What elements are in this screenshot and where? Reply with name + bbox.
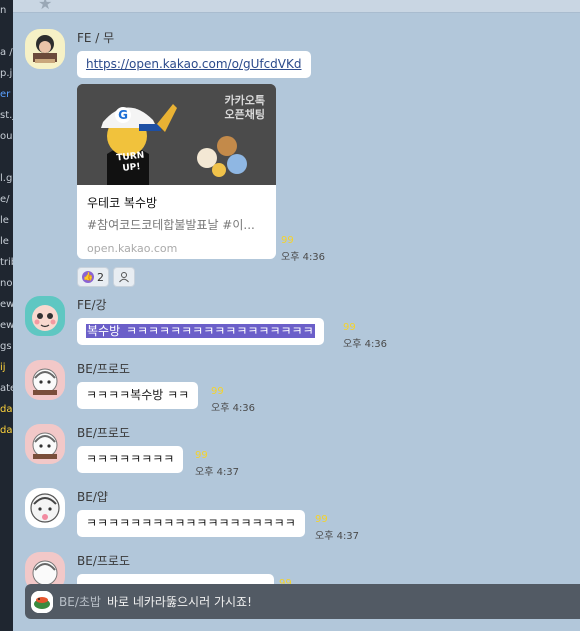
- left-panel-fragment: p.j: [0, 68, 13, 79]
- message-bubble[interactable]: ㅋㅋㅋㅋ복수방 ㅋㅋ: [77, 382, 199, 409]
- left-panel-fragment: ou: [0, 131, 13, 142]
- sender-name: FE / 무: [77, 31, 115, 45]
- shirt-text: TURN UP!: [115, 150, 145, 174]
- reaction-bar: 👍 2: [77, 267, 135, 287]
- left-panel-fragment: dar: [0, 425, 13, 436]
- preview-tag: 카카오톡 오픈채팅: [225, 94, 265, 122]
- left-panel-fragment: gs: [0, 341, 12, 352]
- message-bubble[interactable]: 복수방 ㅋㅋㅋㅋㅋㅋㅋㅋㅋㅋㅋㅋㅋㅋㅋㅋㅋ: [77, 318, 324, 345]
- message-time: 오후 4:36: [343, 339, 388, 350]
- left-panel-edge: n a / p.j er st.j ou l.g e/le le trib no ew ew gs ij…: [0, 0, 13, 631]
- avatar-be-yap[interactable]: [25, 488, 65, 528]
- person-icon: [119, 272, 129, 283]
- message-bubble[interactable]: ㅋㅋㅋㅋㅋㅋㅋㅋㅋㅋㅋㅋㅋㅋㅋㅋㅋㅋㅋ: [77, 510, 305, 537]
- left-panel-fragment: le: [0, 215, 9, 226]
- unread-count: 99: [195, 450, 208, 461]
- preview-tag-line1: 카카오톡: [224, 94, 265, 107]
- left-panel-fragment: ate: [0, 383, 13, 394]
- like-reaction-button[interactable]: 👍 2: [77, 267, 109, 287]
- left-panel-fragment: [0, 147, 13, 168]
- link-text[interactable]: https://open.kakao.com/o/gUfcdVKd: [86, 57, 302, 71]
- left-panel-fragment: no: [0, 278, 13, 289]
- notice-sender: BE/초밥: [59, 595, 101, 609]
- message-time: 오후 4:36: [211, 403, 256, 414]
- unread-count: 99: [343, 322, 356, 333]
- message-time: 오후 4:36: [281, 252, 326, 263]
- left-panel-fragment: ij: [0, 362, 6, 373]
- unread-count: 99: [211, 386, 224, 397]
- link-preview-card[interactable]: G TURN UP! 카카오톡 오픈채팅 우테코 복수방 #참여코드코테합불발표…: [77, 84, 276, 259]
- left-panel-fragment: e/: [0, 194, 10, 205]
- message-time: 오후 4:37: [195, 467, 240, 478]
- left-panel-fragment: a /: [0, 47, 13, 58]
- avatar-be-frodo[interactable]: [25, 360, 65, 400]
- cap-logo: G: [115, 107, 131, 123]
- left-panel-fragment: ew: [0, 320, 13, 331]
- preview-tag-line2: 오픈채팅: [224, 108, 265, 121]
- sender-name: BE/프로도: [77, 426, 130, 440]
- notice-bar[interactable]: BE/초밥 바로 네카라뚫으시러 가시죠!: [25, 584, 580, 619]
- chat-area[interactable]: FE / 무 https://open.kakao.com/o/gUfcdVKd…: [13, 13, 580, 631]
- left-panel-fragment: l.g: [0, 173, 13, 184]
- thumbs-up-icon: 👍: [82, 271, 94, 283]
- left-panel-fragment: ew: [0, 299, 13, 310]
- like-count: 2: [97, 270, 104, 284]
- left-panel-fragment: dar: [0, 404, 13, 415]
- notice-text: 바로 네카라뚫으시러 가시죠!: [106, 595, 252, 609]
- left-panel-fragment: n: [0, 5, 7, 16]
- message-bubble-link[interactable]: https://open.kakao.com/o/gUfcdVKd: [77, 51, 311, 78]
- preview-image: G TURN UP! 카카오톡 오픈채팅: [77, 84, 276, 185]
- sender-name: BE/프로도: [77, 554, 130, 568]
- preview-title: 우테코 복수방: [87, 196, 158, 210]
- preview-host: open.kakao.com: [87, 242, 178, 255]
- message-bubble[interactable]: ㅋㅋㅋㅋㅋㅋㅋㅋ: [77, 446, 184, 473]
- sender-name: BE/프로도: [77, 362, 130, 376]
- left-panel-fragment: st.j: [0, 110, 13, 121]
- left-panel-fragment: trib: [0, 257, 13, 268]
- message-text-selected: ㅋㅋㅋㅋㅋㅋㅋㅋㅋㅋㅋㅋㅋㅋㅋㅋㅋ: [124, 324, 315, 338]
- message-time: 오후 4:37: [315, 531, 360, 542]
- reaction-users-button[interactable]: [113, 267, 135, 287]
- star-icon[interactable]: ★: [38, 0, 52, 13]
- message-text-prefix: 복수방: [86, 324, 125, 338]
- sender-name: FE/강: [77, 298, 107, 312]
- notice-avatar: [31, 590, 53, 613]
- left-panel-fragment: le: [0, 236, 9, 247]
- sender-name: BE/얍: [77, 490, 108, 504]
- avatar-be-frodo[interactable]: [25, 424, 65, 464]
- preview-description: #참여코드코테합불발표날 #이...: [87, 218, 255, 232]
- avatar-fe-mu[interactable]: [25, 29, 65, 69]
- avatar-fe-kang[interactable]: [25, 296, 65, 336]
- unread-count: 99: [315, 514, 328, 525]
- left-panel-fragment: [0, 21, 13, 42]
- unread-count: 99: [281, 235, 294, 246]
- top-strip: ★: [13, 0, 580, 13]
- left-panel-fragment: er: [0, 89, 11, 100]
